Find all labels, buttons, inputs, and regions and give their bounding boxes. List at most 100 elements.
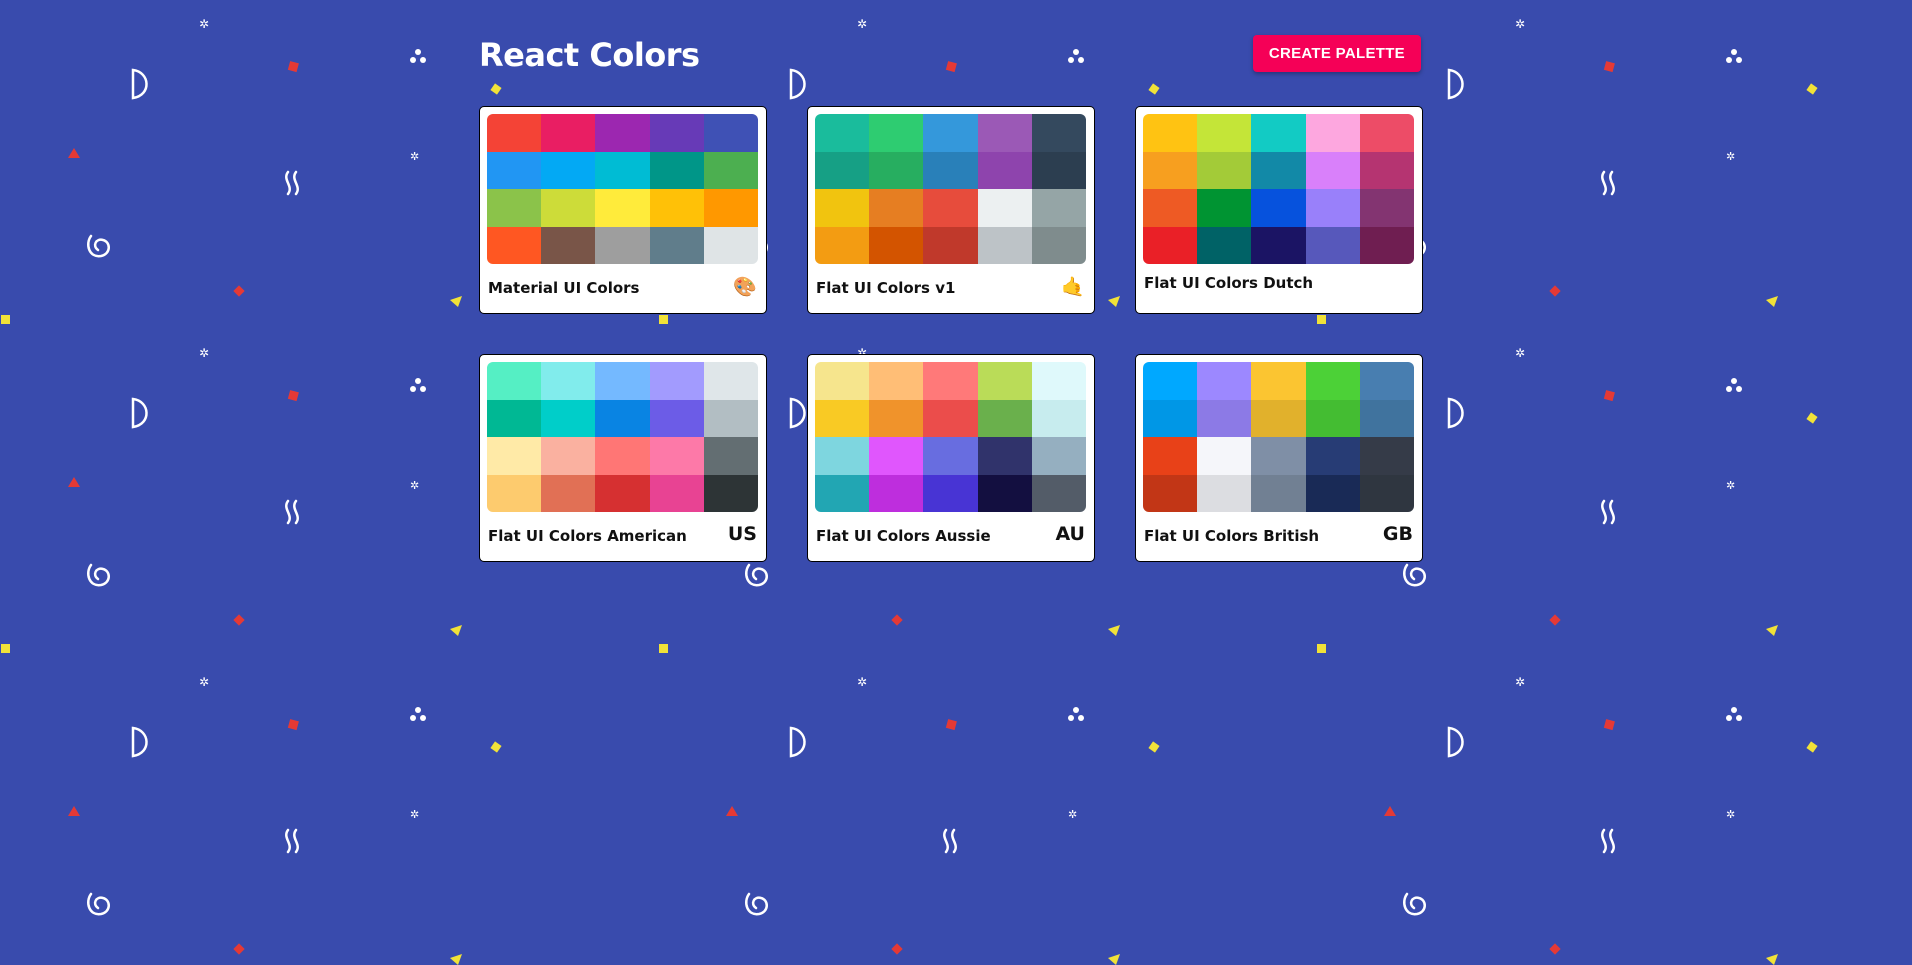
color-swatch: [977, 226, 1032, 264]
color-swatch: [1305, 114, 1360, 152]
palette-card-flat-ui-aussie[interactable]: Flat UI Colors Aussie AU: [807, 354, 1095, 562]
color-swatch: [1251, 399, 1306, 437]
color-swatch: [541, 474, 596, 512]
palette-emoji-icon: GB: [1382, 523, 1413, 545]
color-swatch: [595, 226, 650, 264]
color-swatch: [1359, 226, 1414, 264]
palette-name: Material UI Colors: [488, 279, 640, 297]
color-swatch: [815, 114, 870, 152]
color-swatch: [1031, 474, 1086, 512]
color-swatch: [977, 189, 1032, 227]
color-swatch: [649, 437, 704, 475]
color-swatch: [595, 399, 650, 437]
palette-name: Flat UI Colors British: [1144, 527, 1320, 545]
palette-swatches: [815, 114, 1086, 264]
color-swatch: [703, 226, 758, 264]
palette-card-flat-ui-v1[interactable]: Flat UI Colors v1 🤙: [807, 106, 1095, 314]
color-swatch: [1305, 362, 1360, 400]
palette-swatches: [1143, 362, 1414, 512]
palette-card-material-ui[interactable]: Material UI Colors 🎨: [479, 106, 767, 314]
palette-name: Flat UI Colors Aussie: [816, 527, 991, 545]
color-swatch: [869, 399, 924, 437]
color-swatch: [1251, 189, 1306, 227]
color-swatch: [595, 114, 650, 152]
color-swatch: [1359, 474, 1414, 512]
color-swatch: [923, 151, 978, 189]
color-swatch: [541, 114, 596, 152]
color-swatch: [1251, 474, 1306, 512]
color-swatch: [1197, 114, 1252, 152]
color-swatch: [595, 151, 650, 189]
palette-card-flat-ui-american[interactable]: Flat UI Colors American US: [479, 354, 767, 562]
color-swatch: [1251, 362, 1306, 400]
color-swatch: [869, 151, 924, 189]
palette-emoji-icon: 🤙: [1061, 276, 1085, 298]
create-palette-button[interactable]: CREATE PALETTE: [1252, 35, 1421, 72]
color-swatch: [815, 362, 870, 400]
color-swatch: [1305, 189, 1360, 227]
page-title: React Colors: [479, 36, 700, 74]
color-swatch: [869, 189, 924, 227]
color-swatch: [1251, 226, 1306, 264]
color-swatch: [923, 437, 978, 475]
color-swatch: [487, 437, 542, 475]
color-swatch: [869, 114, 924, 152]
color-swatch: [815, 437, 870, 475]
color-swatch: [923, 189, 978, 227]
color-swatch: [703, 151, 758, 189]
color-swatch: [977, 362, 1032, 400]
color-swatch: [649, 362, 704, 400]
color-swatch: [649, 399, 704, 437]
palette-footer: Flat UI Colors v1 🤙: [815, 264, 1087, 308]
color-swatch: [923, 362, 978, 400]
color-swatch: [1359, 114, 1414, 152]
color-swatch: [923, 226, 978, 264]
color-swatch: [703, 437, 758, 475]
color-swatch: [541, 399, 596, 437]
color-swatch: [1143, 474, 1198, 512]
color-swatch: [923, 114, 978, 152]
color-swatch: [487, 151, 542, 189]
main-container: React Colors CREATE PALETTE Material UI …: [479, 30, 1423, 562]
color-swatch: [869, 362, 924, 400]
color-swatch: [1197, 226, 1252, 264]
color-swatch: [815, 151, 870, 189]
color-swatch: [1359, 151, 1414, 189]
color-swatch: [1031, 399, 1086, 437]
color-swatch: [487, 114, 542, 152]
color-swatch: [815, 399, 870, 437]
color-swatch: [595, 189, 650, 227]
palette-emoji-icon: AU: [1055, 523, 1085, 545]
palette-footer: Material UI Colors 🎨: [487, 264, 759, 308]
palette-card-flat-ui-dutch[interactable]: Flat UI Colors Dutch: [1135, 106, 1423, 314]
color-swatch: [487, 226, 542, 264]
color-swatch: [649, 189, 704, 227]
color-swatch: [487, 189, 542, 227]
color-swatch: [649, 226, 704, 264]
palette-card-flat-ui-british[interactable]: Flat UI Colors British GB: [1135, 354, 1423, 562]
palette-footer: Flat UI Colors Dutch: [1143, 264, 1415, 308]
color-swatch: [1197, 362, 1252, 400]
color-swatch: [1197, 437, 1252, 475]
color-swatch: [541, 151, 596, 189]
color-swatch: [1031, 189, 1086, 227]
color-swatch: [1143, 399, 1198, 437]
color-swatch: [815, 226, 870, 264]
palette-emoji-icon: US: [727, 523, 757, 545]
color-swatch: [541, 437, 596, 475]
color-swatch: [1305, 474, 1360, 512]
color-swatch: [977, 114, 1032, 152]
palette-swatches: [487, 362, 758, 512]
color-swatch: [1143, 362, 1198, 400]
color-swatch: [1031, 114, 1086, 152]
color-swatch: [815, 474, 870, 512]
color-swatch: [1197, 151, 1252, 189]
color-swatch: [1305, 437, 1360, 475]
palette-grid: Material UI Colors 🎨 Flat UI Colors v1 🤙…: [479, 106, 1423, 562]
color-swatch: [977, 399, 1032, 437]
palette-footer: Flat UI Colors Aussie AU: [815, 512, 1087, 556]
color-swatch: [1031, 151, 1086, 189]
color-swatch: [1143, 437, 1198, 475]
color-swatch: [923, 399, 978, 437]
palette-emoji-icon: 🎨: [733, 276, 757, 298]
